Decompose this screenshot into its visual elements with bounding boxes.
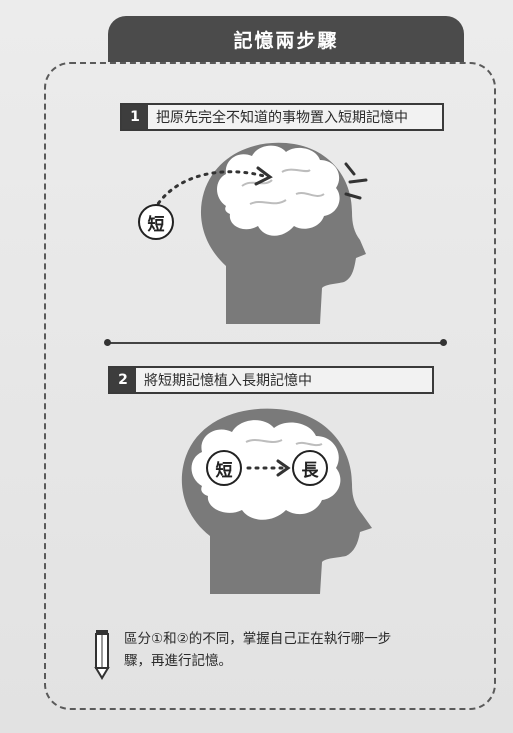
divider-dot-right [440, 339, 447, 346]
divider-dot-left [104, 339, 111, 346]
tip-note-line-1: 區分①和②的不同，掌握自己正在執行哪一步 [124, 631, 392, 647]
page: 記憶兩步驟 1 把原先完全不知道的事物置入短期記憶中 短 2 將短期記憶植入長期… [0, 0, 513, 733]
short-term-bubble-2: 短 [206, 450, 242, 486]
dotted-arrow-2 [246, 459, 291, 477]
step-2-number: 2 [110, 368, 136, 392]
page-title: 記憶兩步驟 [108, 16, 464, 62]
long-term-bubble: 長 [292, 450, 328, 486]
short-term-bubble-1: 短 [138, 204, 174, 240]
alert-lines-icon [344, 162, 368, 200]
pencil-icon [94, 630, 110, 680]
step-1-text: 把原先完全不知道的事物置入短期記憶中 [156, 110, 408, 126]
step-1-banner: 1 把原先完全不知道的事物置入短期記憶中 [120, 103, 444, 131]
tip-note-line-2: 驟，再進行記憶。 [124, 653, 232, 669]
section-divider [108, 342, 444, 344]
tip-note: 區分①和②的不同，掌握自己正在執行哪一步 驟，再進行記憶。 [124, 628, 454, 672]
step-2-text: 將短期記憶植入長期記憶中 [144, 373, 312, 389]
step-1-number: 1 [122, 105, 148, 129]
step-2-banner: 2 將短期記憶植入長期記憶中 [108, 366, 434, 394]
